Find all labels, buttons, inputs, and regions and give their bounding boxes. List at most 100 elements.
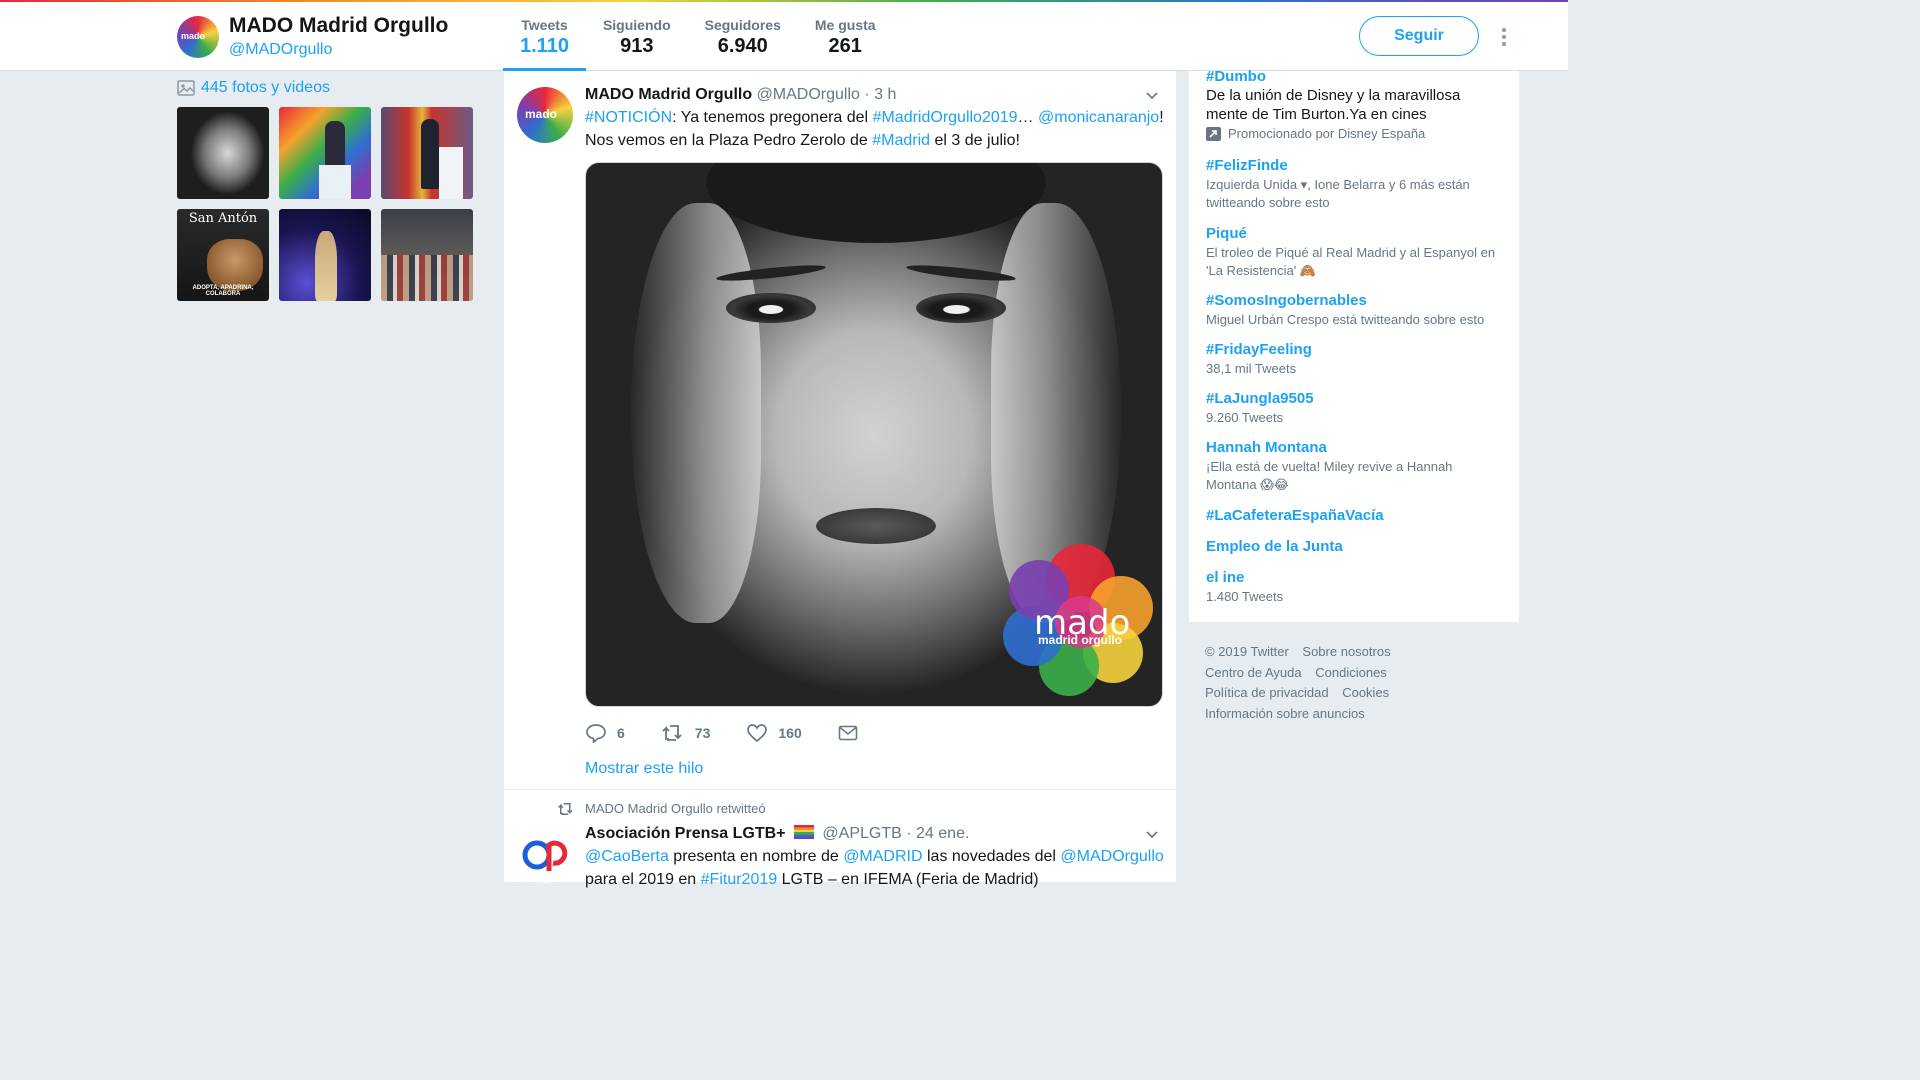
photo-thumb-portrait[interactable] (177, 107, 269, 199)
trend-item[interactable]: #FelizFinde Izquierda Unida ▾, Ione Bela… (1206, 157, 1506, 212)
more-options-icon[interactable] (1497, 26, 1511, 48)
mention-link[interactable]: @monicanaranjo (1038, 109, 1159, 126)
rainbow-flag-icon (793, 825, 814, 839)
tweet-text-part: Nos vemos en la Plaza Pedro Zerolo de (585, 132, 873, 149)
tweet-avatar[interactable] (517, 827, 573, 883)
stat-value: 1.110 (520, 35, 569, 57)
footer-link-help[interactable]: Centro de Ayuda (1205, 665, 1302, 680)
footer-link-cookies[interactable]: Cookies (1342, 685, 1389, 700)
hashtag-link[interactable]: #MadridOrgullo2019 (873, 109, 1018, 126)
trend-item[interactable]: Empleo de la Junta (1206, 538, 1506, 555)
stat-likes[interactable]: Me gusta 261 (798, 2, 893, 70)
follow-button[interactable]: Seguir (1359, 16, 1479, 56)
heart-icon (747, 724, 768, 743)
tweet-text-part: ! (1159, 109, 1164, 126)
trend-item[interactable]: #LaJungla9505 9.260 Tweets (1206, 390, 1506, 427)
profile-stats: Tweets 1.110 Siguiendo 913 Seguidores 6.… (503, 2, 893, 71)
trend-item[interactable]: Piqué El troleo de Piqué al Real Madrid … (1206, 225, 1506, 280)
trend-item[interactable]: #SomosIngobernables Miguel Urbán Crespo … (1206, 292, 1506, 329)
promoted-icon (1206, 126, 1221, 141)
retweet-icon (662, 725, 682, 741)
tweet-time[interactable]: · 24 ene. (906, 825, 969, 842)
photo-grid: San Antón ADOPTA, APADRINA, COLABORA (177, 107, 475, 301)
tweet-author-name[interactable]: MADO Madrid Orgullo (585, 86, 752, 103)
show-thread-link[interactable]: Mostrar este hilo (585, 760, 703, 778)
footer-link-privacy[interactable]: Política de privacidad (1205, 685, 1329, 700)
chevron-down-icon[interactable] (1146, 92, 1158, 100)
timeline: mado MADO Madrid Orgullo @MADOrgullo · 3… (503, 71, 1177, 888)
photo-thumb-stage[interactable] (279, 107, 371, 199)
trend-subtitle: 38,1 mil Tweets (1206, 361, 1297, 376)
trend-item[interactable]: Hannah Montana ¡Ella está de vuelta! Mil… (1206, 439, 1506, 494)
stat-label: Me gusta (814, 17, 876, 33)
trends-panel: #Dumbo De la unión de Disney y la maravi… (1189, 68, 1519, 622)
photo-thumb-singer[interactable] (279, 209, 371, 301)
reply-icon (586, 724, 606, 743)
profile-name: MADO Madrid Orgullo (229, 14, 449, 37)
reply-button[interactable]: 6 (585, 723, 625, 743)
envelope-icon (838, 725, 858, 741)
hashtag-link[interactable]: #NOTICIÓN (585, 109, 672, 126)
trend-subtitle: 1.480 Tweets (1206, 589, 1284, 604)
reply-count: 6 (617, 725, 625, 741)
trend-item[interactable]: #FridayFeeling 38,1 mil Tweets (1206, 341, 1506, 378)
hashtag-link[interactable]: #Fitur2019 (701, 871, 778, 888)
footer-link-about[interactable]: Sobre nosotros (1302, 644, 1390, 659)
mention-link[interactable]: @CaoBerta (585, 848, 669, 865)
mention-link[interactable]: @MADOrgullo (1060, 848, 1163, 865)
trend-item[interactable]: #Dumbo De la unión de Disney y la maravi… (1206, 68, 1506, 141)
trend-name: #FridayFeeling (1206, 341, 1312, 358)
profile-avatar-small[interactable]: mado (177, 16, 219, 58)
profile-nav-bar: mado MADO Madrid Orgullo @MADOrgullo Twe… (0, 2, 1568, 71)
footer-link-ads[interactable]: Información sobre anuncios (1205, 706, 1365, 721)
thumb-caption: ADOPTA, APADRINA, COLABORA (192, 285, 254, 297)
image-icon (177, 80, 195, 96)
stat-tweets[interactable]: Tweets 1.110 (503, 2, 586, 71)
hashtag-link[interactable]: #Madrid (872, 132, 930, 149)
stat-label: Seguidores (704, 17, 781, 33)
mado-logo-subtitle: madrid orgullo (1038, 633, 1122, 647)
tweet-author-handle[interactable]: @APLGTB (822, 825, 901, 842)
photo-thumb-podium[interactable] (381, 107, 473, 199)
tweet-text: @CaoBerta presenta en nombre de @MADRID … (585, 845, 1170, 891)
mention-link[interactable]: @MADRID (843, 848, 922, 865)
stat-value: 261 (828, 35, 862, 57)
profile-handle[interactable]: @MADOrgullo (229, 41, 332, 59)
avatar-mini-text: mado (181, 31, 206, 41)
retweet-button[interactable]: 73 (661, 724, 710, 742)
stat-value: 6.940 (717, 35, 768, 57)
tweet-text: #NOTICIÓN: Ya tenemos pregonera del #Mad… (585, 106, 1165, 152)
footer-link-terms[interactable]: Condiciones (1315, 665, 1387, 680)
photos-videos-link[interactable]: 445 fotos y videos (177, 79, 330, 97)
photo-thumb-crowd[interactable] (381, 209, 473, 301)
retweet-context: MADO Madrid Orgullo retwitteó (557, 801, 766, 816)
trend-subtitle: 9.260 Tweets (1206, 410, 1284, 425)
message-button[interactable] (838, 725, 858, 741)
tweet-time[interactable]: · 3 h (864, 86, 896, 103)
stat-followers[interactable]: Seguidores 6.940 (688, 2, 798, 70)
tweet-avatar[interactable]: mado (517, 87, 573, 143)
photo-thumb-san-anton[interactable]: San Antón ADOPTA, APADRINA, COLABORA (177, 209, 269, 301)
tweet-header: Asociación Prensa LGTB+ @APLGTB · 24 ene… (585, 825, 969, 843)
tweet-actions: 6 73 160 (585, 723, 894, 743)
avatar-text: mado (525, 107, 558, 121)
tweet-text-part: … (1017, 109, 1038, 126)
trend-item[interactable]: #LaCafeteraEspañaVacía (1206, 507, 1506, 524)
trend-name: #LaJungla9505 (1206, 390, 1314, 407)
footer-copyright: © 2019 Twitter (1205, 644, 1289, 659)
retweet-context-label[interactable]: MADO Madrid Orgullo retwitteó (585, 801, 766, 816)
aplgtb-logo-icon (522, 840, 568, 871)
photos-videos-label: 445 fotos y videos (201, 79, 330, 96)
stat-following[interactable]: Siguiendo 913 (586, 2, 688, 70)
trend-name: #LaCafeteraEspañaVacía (1206, 507, 1384, 524)
tweet-media-image[interactable]: mado madrid orgullo (585, 162, 1163, 707)
tweet-author-name[interactable]: Asociación Prensa LGTB+ (585, 825, 786, 842)
trend-name: Piqué (1206, 225, 1247, 242)
like-button[interactable]: 160 (746, 723, 802, 743)
chevron-down-icon[interactable] (1146, 831, 1158, 839)
trend-description: De la unión de Disney y la maravillosa m… (1206, 87, 1461, 123)
trend-name: #Dumbo (1206, 68, 1266, 85)
trend-item[interactable]: el ine 1.480 Tweets (1206, 569, 1506, 606)
trend-name: #FelizFinde (1206, 157, 1288, 174)
tweet-author-handle[interactable]: @MADOrgullo (757, 86, 860, 103)
